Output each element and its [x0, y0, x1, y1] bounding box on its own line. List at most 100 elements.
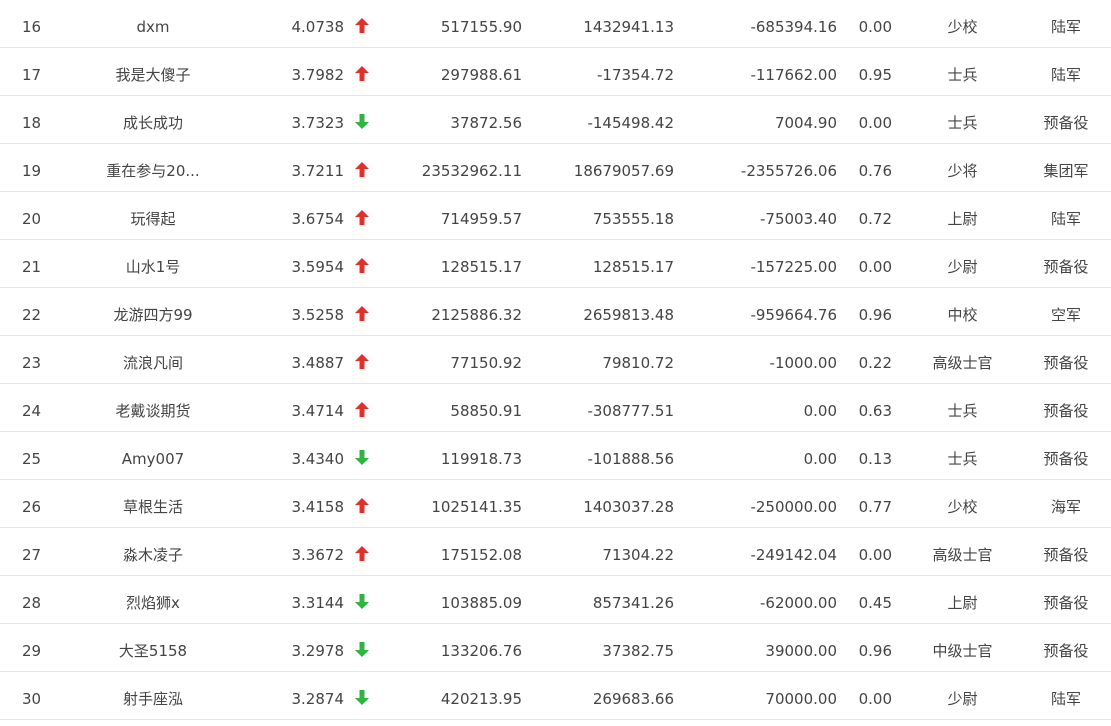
ratio-cell: 0.00 — [858, 546, 892, 564]
rank-cell: 29 — [22, 642, 42, 660]
arrow-up-icon — [352, 192, 372, 239]
value-cell-1: 119918.73 — [440, 450, 522, 468]
value-cell-3: 7004.90 — [774, 114, 837, 132]
table-row[interactable]: 29 大圣5158 3.2978 133206.76 37382.75 3900… — [0, 624, 1111, 672]
value-cell-2: 1432941.13 — [583, 18, 674, 36]
trader-name-cell[interactable]: 重在参与20... — [80, 144, 226, 191]
value-cell-2: 269683.66 — [592, 690, 674, 708]
value-cell-2: 753555.18 — [592, 210, 674, 228]
value-cell-2: -17354.72 — [597, 66, 674, 84]
trader-name-cell[interactable]: dxm — [80, 0, 226, 47]
score-cell: 3.6754 — [291, 210, 345, 228]
value-cell-2: -101888.56 — [587, 450, 674, 468]
arrow-up-icon — [352, 48, 372, 95]
arrow-up-icon — [352, 528, 372, 575]
rank-cell: 26 — [22, 498, 42, 516]
branch-cell: 陆军 — [1050, 690, 1081, 708]
table-row[interactable]: 26 草根生活 3.4158 1025141.35 1403037.28 -25… — [0, 480, 1111, 528]
military-rank-cell: 上尉 — [947, 210, 978, 228]
score-cell: 3.3144 — [291, 594, 345, 612]
value-cell-1: 175152.08 — [440, 546, 522, 564]
value-cell-3: 0.00 — [803, 402, 837, 420]
table-row[interactable]: 16 dxm 4.0738 517155.90 1432941.13 -6853… — [0, 0, 1111, 48]
branch-cell: 陆军 — [1050, 210, 1081, 228]
table-row[interactable]: 22 龙游四方99 3.5258 2125886.32 2659813.48 -… — [0, 288, 1111, 336]
table-row[interactable]: 27 淼木凌子 3.3672 175152.08 71304.22 -24914… — [0, 528, 1111, 576]
value-cell-2: 2659813.48 — [583, 306, 674, 324]
trader-name-cell[interactable]: 山水1号 — [80, 240, 226, 287]
ratio-cell: 0.22 — [858, 354, 892, 372]
value-cell-2: 1403037.28 — [583, 498, 674, 516]
score-cell: 3.5258 — [291, 306, 345, 324]
branch-cell: 预备役 — [1043, 450, 1089, 468]
military-rank-cell: 上尉 — [947, 594, 978, 612]
rank-cell: 16 — [22, 18, 42, 36]
value-cell-3: -117662.00 — [750, 66, 837, 84]
table-row[interactable]: 25 Amy007 3.4340 119918.73 -101888.56 0.… — [0, 432, 1111, 480]
trader-name-cell[interactable]: Amy007 — [80, 432, 226, 479]
ratio-cell: 0.76 — [858, 162, 892, 180]
trader-name-cell[interactable]: 我是大傻子 — [80, 48, 226, 95]
table-row[interactable]: 28 烈焰狮x 3.3144 103885.09 857341.26 -6200… — [0, 576, 1111, 624]
score-cell: 3.4158 — [291, 498, 345, 516]
value-cell-3: 70000.00 — [765, 690, 837, 708]
military-rank-cell: 少尉 — [947, 690, 978, 708]
ratio-cell: 0.00 — [858, 690, 892, 708]
score-cell: 3.3672 — [291, 546, 345, 564]
branch-cell: 集团军 — [1043, 162, 1089, 180]
trader-name-cell[interactable]: 淼木凌子 — [80, 528, 226, 575]
value-cell-3: -249142.04 — [750, 546, 837, 564]
trader-name-cell[interactable]: 草根生活 — [80, 480, 226, 527]
value-cell-2: 79810.72 — [602, 354, 674, 372]
score-cell: 3.5954 — [291, 258, 345, 276]
table-row[interactable]: 24 老戴谈期货 3.4714 58850.91 -308777.51 0.00… — [0, 384, 1111, 432]
branch-cell: 预备役 — [1043, 354, 1089, 372]
table-row[interactable]: 18 成长成功 3.7323 37872.56 -145498.42 7004.… — [0, 96, 1111, 144]
table-row[interactable]: 19 重在参与20... 3.7211 23532962.11 18679057… — [0, 144, 1111, 192]
trader-name-cell[interactable]: 玩得起 — [80, 192, 226, 239]
arrow-down-icon — [352, 576, 372, 623]
branch-cell: 预备役 — [1043, 642, 1089, 660]
ratio-cell: 0.45 — [858, 594, 892, 612]
rank-cell: 20 — [22, 210, 42, 228]
value-cell-1: 77150.92 — [450, 354, 522, 372]
ratio-cell: 0.13 — [858, 450, 892, 468]
trader-name-cell[interactable]: 流浪凡间 — [80, 336, 226, 383]
branch-cell: 海军 — [1050, 498, 1081, 516]
military-rank-cell: 少校 — [947, 498, 978, 516]
table-row[interactable]: 21 山水1号 3.5954 128515.17 128515.17 -1572… — [0, 240, 1111, 288]
arrow-up-icon — [352, 384, 372, 431]
arrow-up-icon — [352, 288, 372, 335]
trader-name-cell[interactable]: 射手座泓 — [80, 672, 226, 719]
arrow-up-icon — [352, 480, 372, 527]
arrow-up-icon — [352, 0, 372, 47]
branch-cell: 预备役 — [1043, 258, 1089, 276]
trader-name-cell[interactable]: 老戴谈期货 — [80, 384, 226, 431]
value-cell-1: 133206.76 — [440, 642, 522, 660]
table-row[interactable]: 17 我是大傻子 3.7982 297988.61 -17354.72 -117… — [0, 48, 1111, 96]
rank-cell: 18 — [22, 114, 42, 132]
branch-cell: 空军 — [1050, 306, 1081, 324]
value-cell-3: -75003.40 — [760, 210, 837, 228]
value-cell-3: -1000.00 — [769, 354, 837, 372]
value-cell-3: -685394.16 — [750, 18, 837, 36]
value-cell-2: -308777.51 — [587, 402, 674, 420]
arrow-down-icon — [352, 96, 372, 143]
table-row[interactable]: 30 射手座泓 3.2874 420213.95 269683.66 70000… — [0, 672, 1111, 720]
value-cell-2: 857341.26 — [592, 594, 674, 612]
value-cell-1: 128515.17 — [440, 258, 522, 276]
arrow-up-icon — [352, 336, 372, 383]
score-cell: 3.4887 — [291, 354, 345, 372]
score-cell: 3.7982 — [291, 66, 345, 84]
trader-name-cell[interactable]: 烈焰狮x — [80, 576, 226, 623]
table-row[interactable]: 23 流浪凡间 3.4887 77150.92 79810.72 -1000.0… — [0, 336, 1111, 384]
rank-cell: 21 — [22, 258, 42, 276]
trader-name-cell[interactable]: 成长成功 — [80, 96, 226, 143]
military-rank-cell: 士兵 — [947, 114, 978, 132]
trader-name-cell[interactable]: 大圣5158 — [80, 624, 226, 671]
table-row[interactable]: 20 玩得起 3.6754 714959.57 753555.18 -75003… — [0, 192, 1111, 240]
military-rank-cell: 中级士官 — [932, 642, 993, 660]
value-cell-3: -2355726.06 — [740, 162, 837, 180]
trader-name-cell[interactable]: 龙游四方99 — [80, 288, 226, 335]
arrow-down-icon — [352, 624, 372, 671]
